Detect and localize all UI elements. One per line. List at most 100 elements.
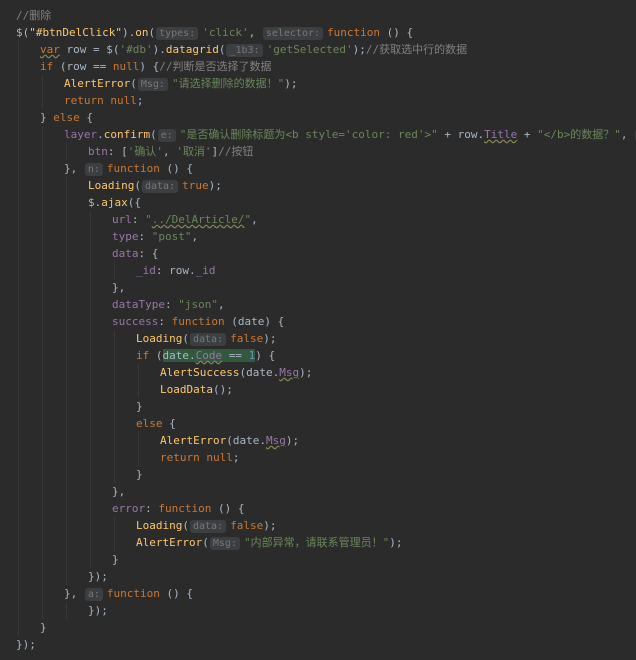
- indent-guide: [42, 92, 43, 109]
- code-token: datagrid: [165, 43, 219, 56]
- code-line[interactable]: }: [0, 619, 636, 636]
- code-line[interactable]: }, n: function () {: [0, 160, 636, 177]
- code-line[interactable]: });: [0, 602, 636, 619]
- parameter-hint: types:: [156, 27, 199, 40]
- code-token: (: [150, 128, 157, 141]
- code-line[interactable]: $("#btnDelClick").on(types:'click', sele…: [0, 24, 636, 41]
- code-token: }: [136, 400, 143, 413]
- indent-guide: [66, 143, 67, 160]
- code-editor[interactable]: //删除 $("#btnDelClick").on(types:'click', …: [0, 0, 636, 660]
- code-token: .: [97, 128, 104, 141]
- indent-guide: [18, 432, 19, 449]
- code-token: },: [112, 281, 126, 294]
- indent-guide: [18, 194, 19, 211]
- code-line[interactable]: success: function (date) {: [0, 313, 636, 330]
- code-line[interactable]: dataType: "json",: [0, 296, 636, 313]
- indent-guide: [18, 296, 19, 313]
- code-token: ,: [163, 145, 177, 158]
- code-line[interactable]: else {: [0, 415, 636, 432]
- code-token: + row.: [437, 128, 485, 141]
- indent-guide: [18, 483, 19, 500]
- code-token: }: [136, 468, 143, 481]
- code-token: (: [202, 536, 209, 549]
- indent-guide: [18, 279, 19, 296]
- code-token: "#btnDelClick": [29, 26, 122, 39]
- code-line[interactable]: },: [0, 483, 636, 500]
- indent-guide: [114, 517, 115, 534]
- code-token: AlertError: [160, 434, 227, 447]
- code-token: (: [130, 77, 137, 90]
- code-line[interactable]: //删除: [0, 7, 636, 24]
- code-line[interactable]: url: "../DelArticle/",: [0, 211, 636, 228]
- code-token: btn: [88, 145, 108, 158]
- indent-guide: [90, 296, 91, 313]
- code-token: ,: [191, 230, 199, 243]
- code-line[interactable]: _id: row._id: [0, 262, 636, 279]
- code-token: ({: [127, 196, 141, 209]
- code-line[interactable]: data: {: [0, 245, 636, 262]
- code-token: "请选择删除的数据！": [171, 77, 285, 90]
- indent-guide: [66, 296, 67, 313]
- parameter-hint: data:: [189, 520, 227, 533]
- code-token: "json": [178, 298, 218, 311]
- code-token: +: [517, 128, 538, 141]
- code-line[interactable]: },: [0, 279, 636, 296]
- indent-guide: [66, 534, 67, 551]
- indent-guide: [18, 262, 19, 279]
- indent-guide: [42, 211, 43, 228]
- code-line[interactable]: AlertError(Msg: "请选择删除的数据！");: [0, 75, 636, 92]
- code-line[interactable]: }: [0, 398, 636, 415]
- code-line[interactable]: Loading(data: false);: [0, 330, 636, 347]
- indent-guide: [114, 381, 115, 398]
- code-line[interactable]: if (date.Code == 1) {: [0, 347, 636, 364]
- code-token: : {: [138, 247, 159, 260]
- code-token: url: [112, 213, 132, 226]
- indent-guide: [90, 534, 91, 551]
- indent-guide: [42, 330, 43, 347]
- indent-guide: [42, 551, 43, 568]
- code-line[interactable]: btn: ['确认', '取消']//按钮: [0, 143, 636, 160]
- code-line[interactable]: }: [0, 551, 636, 568]
- indent-guide: [90, 466, 91, 483]
- code-line[interactable]: }: [0, 466, 636, 483]
- code-token: :: [138, 230, 152, 243]
- code-line[interactable]: layer.confirm(e: "是否确认删除标题为<b style='colo…: [0, 126, 636, 143]
- indent-guide: [90, 262, 91, 279]
- code-line[interactable]: AlertSuccess(date.Msg);: [0, 364, 636, 381]
- code-token: }: [112, 553, 119, 566]
- code-token: (date.: [226, 434, 266, 447]
- code-line[interactable]: return null;: [0, 92, 636, 109]
- code-token: Msg: [279, 366, 300, 379]
- code-line[interactable]: LoadData();: [0, 381, 636, 398]
- code-line[interactable]: } else {: [0, 109, 636, 126]
- indent-guide: [18, 415, 19, 432]
- code-line[interactable]: }, a: function () {: [0, 585, 636, 602]
- code-token: ajax: [101, 196, 128, 209]
- indent-guide: [138, 364, 139, 381]
- code-token: else: [53, 111, 80, 124]
- code-token: false: [230, 332, 264, 345]
- code-line[interactable]: if (row == null) {//判断是否选择了数据: [0, 58, 636, 75]
- code-token: ;: [136, 94, 144, 107]
- code-line[interactable]: AlertError(date.Msg);: [0, 432, 636, 449]
- code-token: :: [158, 315, 172, 328]
- code-token: null: [112, 60, 140, 73]
- code-line[interactable]: Loading(data: true);: [0, 177, 636, 194]
- code-token: () {: [159, 587, 194, 600]
- indent-guide: [90, 211, 91, 228]
- indent-guide: [18, 177, 19, 194]
- code-line[interactable]: error: function () {: [0, 500, 636, 517]
- code-line[interactable]: AlertError(Msg: "内部异常，请联系管理员！");: [0, 534, 636, 551]
- indent-guide: [42, 143, 43, 160]
- code-line[interactable]: return null;: [0, 449, 636, 466]
- code-line[interactable]: var row = $('#db').datagrid(_1b3:'getSel…: [0, 41, 636, 58]
- code-line[interactable]: });: [0, 636, 636, 653]
- code-token: ();: [212, 383, 233, 396]
- code-token: false: [230, 519, 264, 532]
- code-line[interactable]: });: [0, 568, 636, 585]
- code-line[interactable]: Loading(data: false);: [0, 517, 636, 534]
- code-comment: //按钮: [218, 145, 254, 158]
- code-line[interactable]: $.ajax({: [0, 194, 636, 211]
- code-line[interactable]: type: "post",: [0, 228, 636, 245]
- code-token: Loading: [88, 179, 135, 192]
